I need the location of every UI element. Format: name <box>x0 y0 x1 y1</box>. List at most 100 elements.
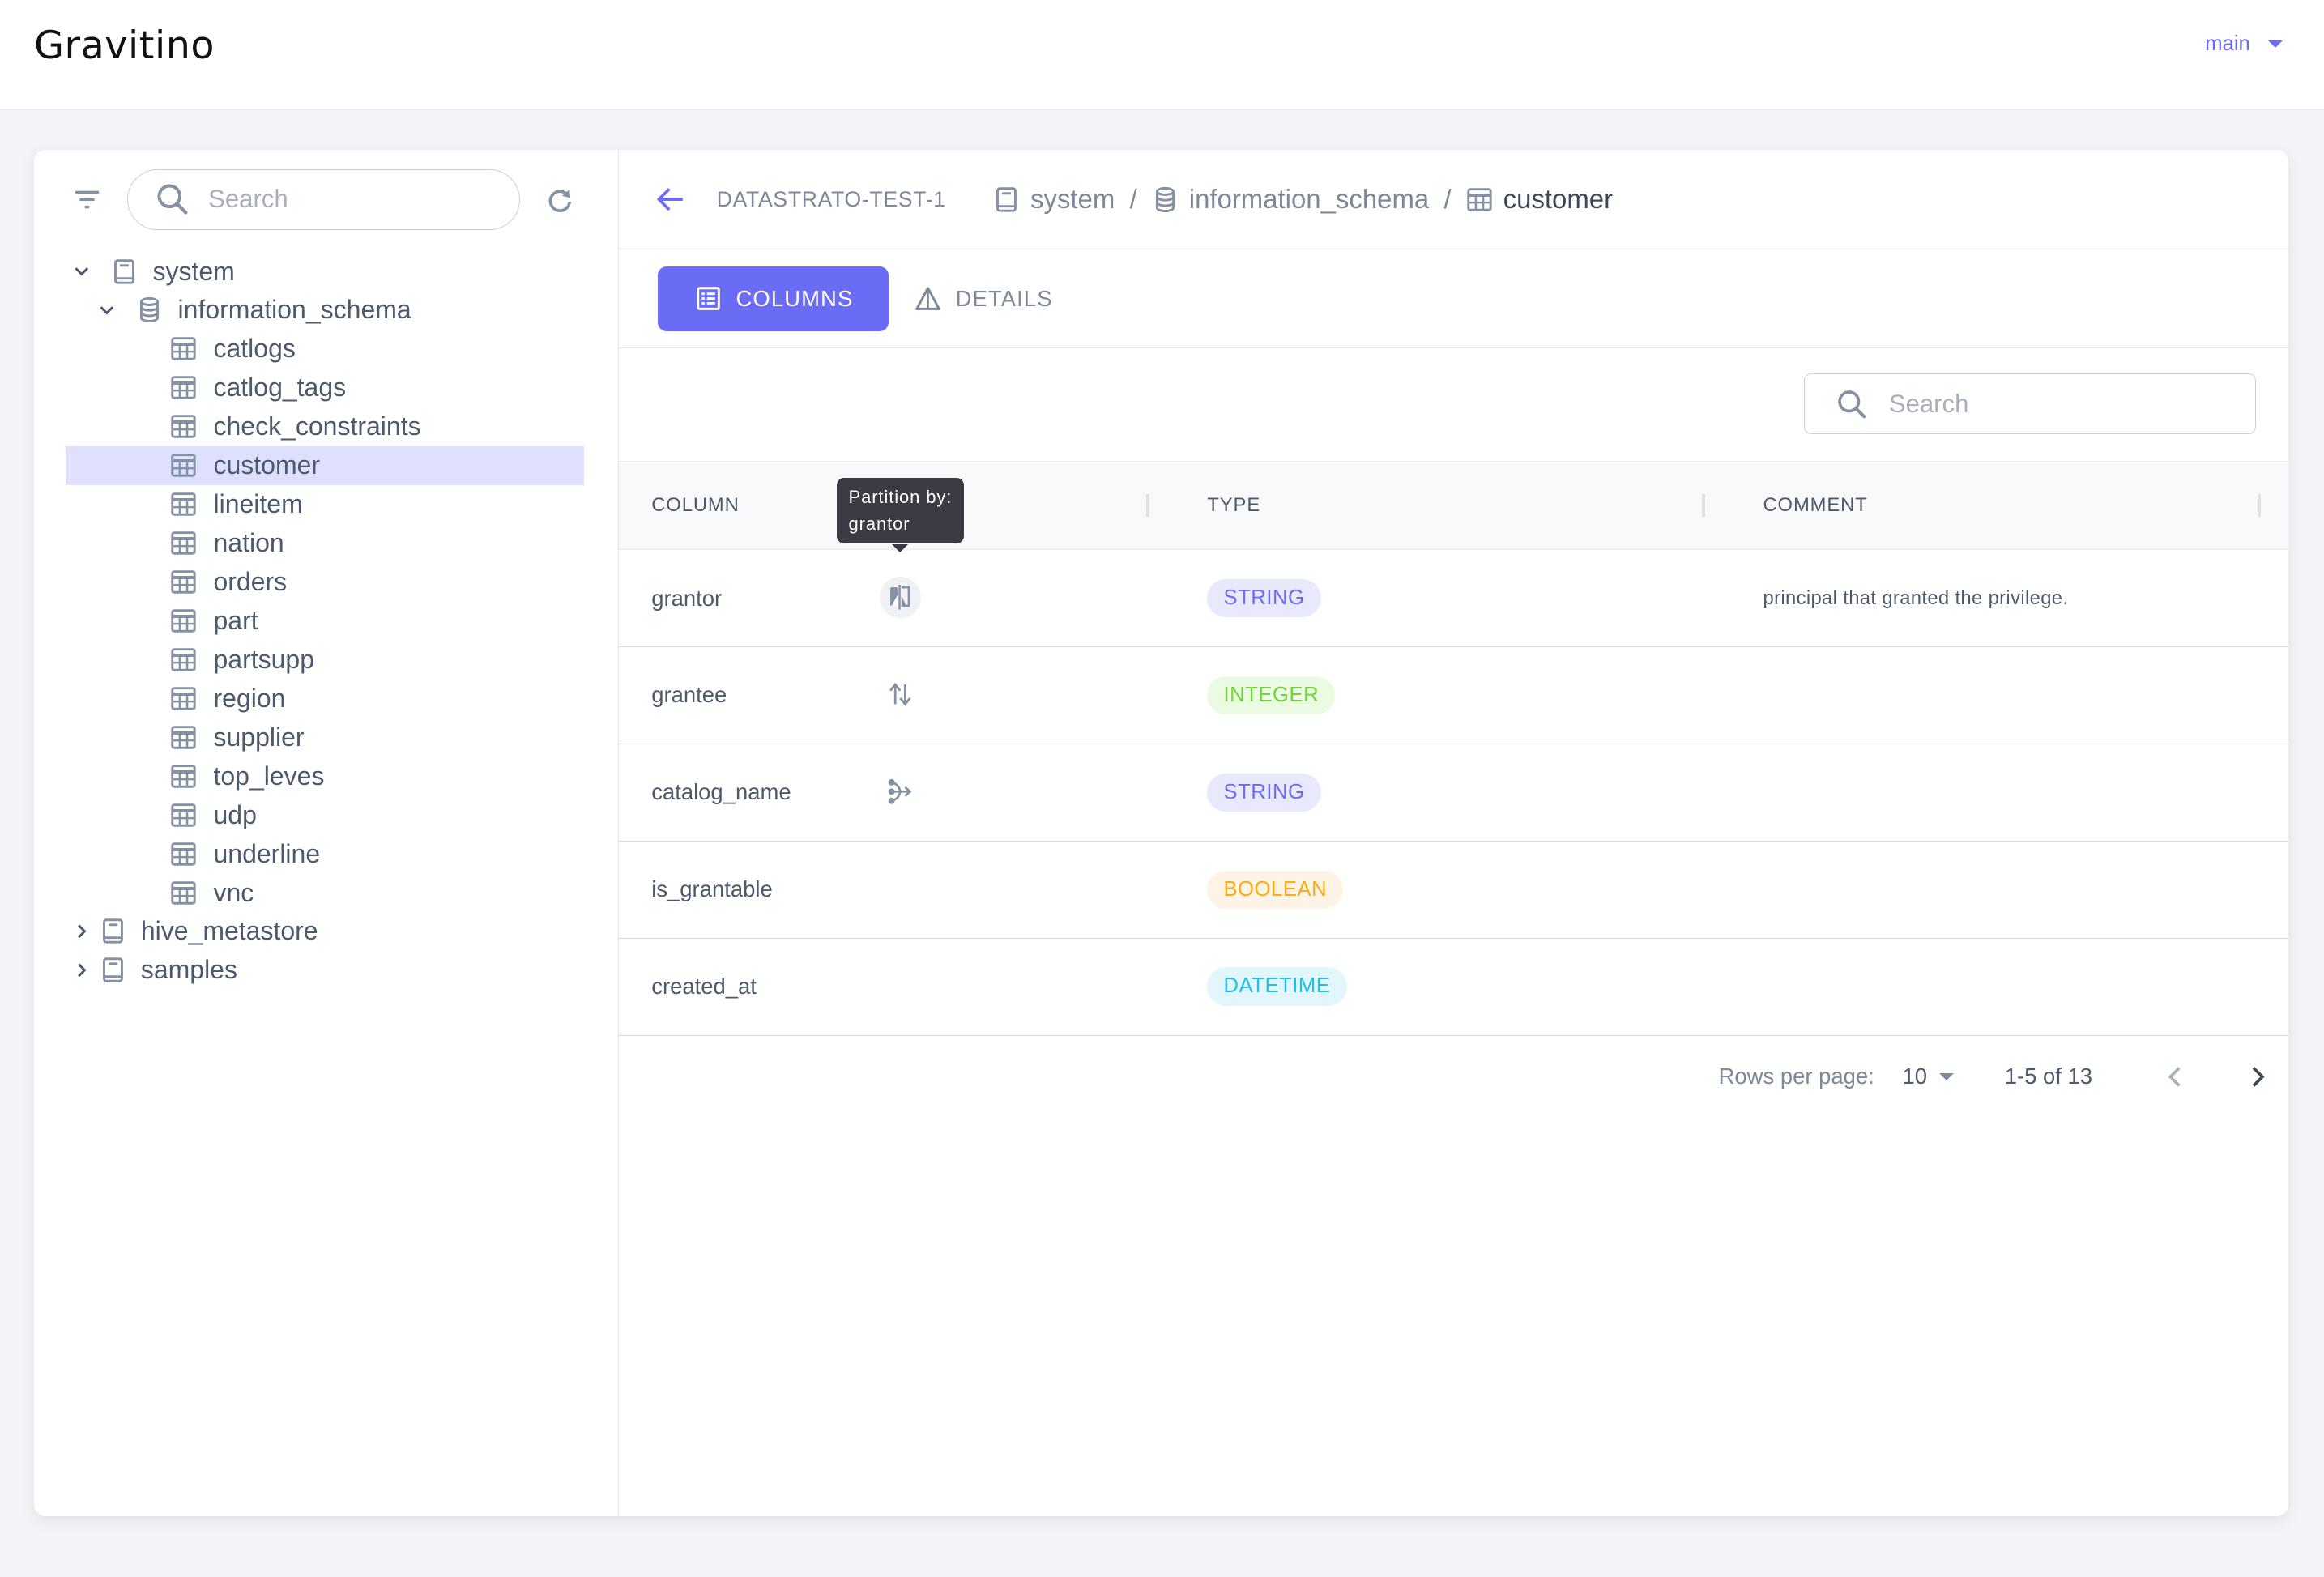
breadcrumb-metalake[interactable]: DATASTRATO-TEST-1 <box>717 187 946 212</box>
table-icon <box>171 687 197 710</box>
breadcrumb-table-label: customer <box>1503 184 1614 215</box>
tooltip-line-1: Partition by: <box>848 486 953 507</box>
breadcrumb-schema[interactable]: information_schema <box>1152 184 1429 215</box>
content-card: system information_schemacatlogs catlog_ta… <box>34 149 2289 1516</box>
type-badge-label: BOOLEAN <box>1207 870 1344 910</box>
tree-item-table[interactable]: region <box>34 679 618 718</box>
tree-item-label: catlog_tags <box>213 373 347 403</box>
tab-columns-label: COLUMNS <box>736 285 854 311</box>
partition-icon[interactable] <box>879 577 922 619</box>
tree-item-label: orders <box>213 567 288 596</box>
catalog-tree: system information_schemacatlogs catlog_ta… <box>34 252 618 990</box>
type-badge: DATETIME <box>1207 939 1347 1035</box>
sidebar-search-input[interactable] <box>205 183 493 215</box>
type-badge-label: DATETIME <box>1207 967 1347 1007</box>
tree-item-label: supplier <box>213 722 305 752</box>
table-row[interactable]: grantor STRING principal that granted the … <box>618 550 2289 648</box>
tab-details[interactable]: DETAILS <box>904 266 1089 332</box>
app-root: Gravitino main Search system information… <box>0 0 2324 1577</box>
column-resize-handle[interactable] <box>1702 494 1706 517</box>
table-icon <box>171 492 197 516</box>
rows-per-page-label: Rows per page: <box>1718 1063 1874 1089</box>
tree-item-label: top_leves <box>213 761 325 791</box>
tree-item-catalog[interactable]: samples <box>34 951 618 990</box>
tree-item-table[interactable]: partsupp <box>34 640 618 679</box>
breadcrumb-catalog[interactable]: system <box>993 184 1115 215</box>
tree-item-catalog[interactable]: system <box>34 252 618 291</box>
table-search-input[interactable] <box>1886 387 2233 420</box>
schema-icon <box>140 297 160 323</box>
partition-tooltip: Partition by: grantor <box>836 478 965 552</box>
partition-icon <box>890 585 910 610</box>
tree-item-table[interactable]: lineitem <box>34 485 618 524</box>
breadcrumb: DATASTRATO-TEST-1 system / information_s… <box>618 150 2289 250</box>
refresh-icon[interactable] <box>545 185 575 215</box>
tree-item-table[interactable]: part <box>34 601 618 640</box>
table-row[interactable]: is_grantable BOOLEAN <box>618 842 2289 939</box>
filter-icon[interactable] <box>74 188 100 211</box>
table-row[interactable]: catalog_name STRING <box>618 744 2289 842</box>
tree-item-table[interactable]: customer <box>65 445 584 485</box>
column-comment: principal that granted the privilege. <box>1763 586 2069 609</box>
tab-columns[interactable]: COLUMNS <box>657 266 889 331</box>
header-comment[interactable]: COMMENT <box>1763 462 1867 549</box>
tree-item-table[interactable]: catlog_tags <box>34 369 618 407</box>
column-resize-handle[interactable] <box>1146 494 1149 517</box>
table-row[interactable]: grantee INTEGER <box>618 647 2289 744</box>
tree-item-catalog[interactable]: hive_metastore <box>34 912 618 951</box>
tree-item-table[interactable]: catlogs <box>34 330 618 369</box>
sort-icon[interactable] <box>883 677 919 713</box>
table-icon <box>1467 187 1492 211</box>
sidebar-toolbar <box>34 168 618 232</box>
rows-per-page-select[interactable]: 10 <box>1902 1063 1954 1089</box>
tree-item-table[interactable]: orders <box>34 563 618 602</box>
chevron-right-icon[interactable] <box>71 960 92 981</box>
table-icon <box>171 454 197 477</box>
previous-page-icon[interactable] <box>2164 1063 2188 1090</box>
distribution-icon[interactable] <box>883 774 919 810</box>
tree-item-table[interactable]: supplier <box>34 718 618 757</box>
sidebar: system information_schemacatlogs catlog_ta… <box>34 149 619 1516</box>
breadcrumb-table[interactable]: customer <box>1466 184 1613 215</box>
chevron-down-icon[interactable] <box>96 300 117 321</box>
breadcrumb-catalog-label: system <box>1030 184 1115 215</box>
back-arrow-icon[interactable] <box>655 183 687 215</box>
next-page-icon[interactable] <box>2245 1063 2268 1090</box>
table-icon <box>171 570 197 594</box>
tree-item-table[interactable]: vnc <box>34 873 618 912</box>
tree-item-table[interactable]: top_leves <box>34 757 618 795</box>
distribution-icon <box>888 779 912 804</box>
main-panel: DATASTRATO-TEST-1 system / information_s… <box>618 150 2289 1516</box>
table-row[interactable]: created_at DATETIME <box>618 939 2289 1036</box>
tree-item-label: system <box>152 256 235 286</box>
tree-item-label: check_constraints <box>213 411 421 441</box>
pagination: Rows per page: 10 1-5 of 13 <box>619 1036 2288 1119</box>
app-logo[interactable]: Gravitino <box>34 23 215 68</box>
tree-item-table[interactable]: udp <box>34 795 618 834</box>
header-type[interactable]: TYPE <box>1207 462 1260 549</box>
chevron-down-icon[interactable] <box>71 261 92 282</box>
type-badge: INTEGER <box>1207 647 1336 744</box>
breadcrumb-separator: / <box>1443 184 1452 215</box>
catalog-icon <box>996 186 1017 212</box>
type-badge: BOOLEAN <box>1207 842 1344 938</box>
header-column[interactable]: COLUMN <box>651 462 739 549</box>
chevron-right-icon[interactable] <box>71 921 92 942</box>
tree-item-table[interactable]: nation <box>34 524 618 563</box>
caret-down-icon <box>2267 40 2283 49</box>
column-resize-handle[interactable] <box>2258 494 2262 517</box>
version-selector[interactable]: main <box>2205 32 2283 56</box>
table-icon <box>171 764 197 788</box>
tree-item-label: partsupp <box>213 644 314 674</box>
breadcrumb-schema-label: information_schema <box>1188 184 1430 215</box>
tree-item-label: catlogs <box>213 334 296 364</box>
table-search[interactable] <box>1803 373 2256 435</box>
column-name: grantee <box>651 682 727 708</box>
table-icon <box>171 531 197 555</box>
catalog-icon <box>114 258 135 284</box>
tree-item-table[interactable]: check_constraints <box>34 407 618 446</box>
tree-item-table[interactable]: underline <box>34 834 618 873</box>
tree-item-label: customer <box>213 450 321 480</box>
sidebar-search[interactable] <box>127 168 521 230</box>
tree-item-schema[interactable]: information_schema <box>34 291 618 330</box>
